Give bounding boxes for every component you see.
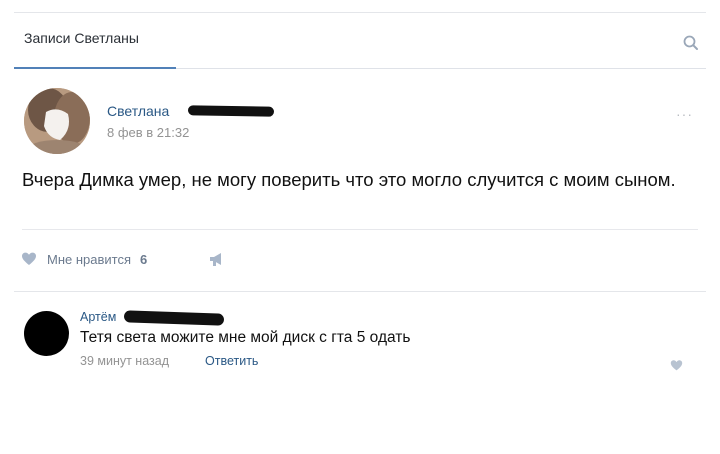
avatar[interactable] [24,88,90,154]
redaction-mark [123,310,225,326]
wall-tab-bar: Записи Светланы [14,12,706,69]
heart-icon [22,252,36,265]
like-label: Мне нравится [47,251,132,267]
post-author-name[interactable]: Светлана [107,103,169,119]
search-icon[interactable] [682,34,700,52]
comment-avatar[interactable] [24,311,69,356]
redaction-mark [187,105,275,117]
comment-timestamp[interactable]: 39 минут назад [80,354,169,368]
wall-post: Светлана 8 фев в 21:32 ··· Вчера Димка у… [14,70,706,292]
post-divider [22,229,698,230]
active-tab-underline [14,67,176,69]
avatar-photo [24,88,90,154]
tab-svetlana-posts[interactable]: Записи Светланы [24,30,139,46]
reply-button[interactable]: Ответить [205,354,258,368]
like-count: 6 [140,251,148,267]
post-text: Вчера Димка умер, не могу поверить что э… [22,169,676,190]
comment-text: Тетя света можите мне мой диск с гта 5 о… [80,329,411,346]
more-dots-icon[interactable]: ··· [676,106,693,122]
comment: Артём Тетя света можите мне мой диск с г… [14,293,706,403]
heart-icon[interactable] [670,359,683,372]
like-button[interactable]: Мне нравится 6 [21,247,147,271]
comment-author-name[interactable]: Артём [80,310,116,324]
share-megaphone-icon[interactable] [209,252,226,267]
post-date[interactable]: 8 фев в 21:32 [107,125,189,140]
